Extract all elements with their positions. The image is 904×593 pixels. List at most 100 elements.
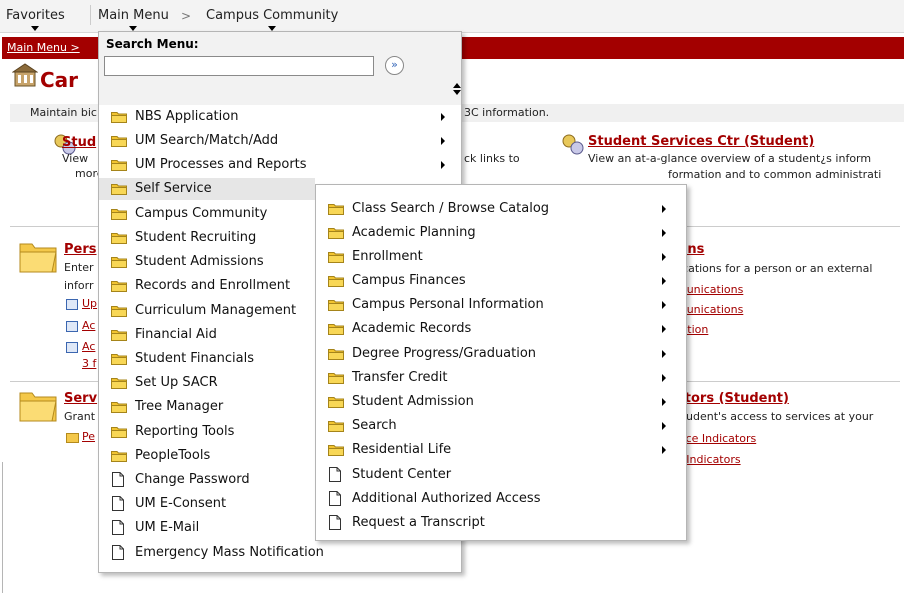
menu-item[interactable]: UM Processes and Reports — [99, 154, 461, 176]
self-service-submenu: Class Search / Browse Catalog Academic Pl… — [315, 184, 687, 541]
up-link[interactable]: Up — [82, 297, 97, 310]
menu-item-label: Degree Progress/Graduation — [352, 346, 537, 361]
go-arrow-icon: » — [391, 58, 398, 71]
menu-item-label: UM Search/Match/Add — [135, 133, 279, 148]
menu-item-label: Student Financials — [135, 351, 255, 366]
chevron-right-icon — [662, 253, 666, 261]
folder-icon — [111, 112, 127, 123]
menu-item[interactable]: Campus Finances — [316, 270, 686, 292]
chevron-right-icon — [662, 325, 666, 333]
nav-separator: > — [181, 9, 192, 23]
folder-icon — [111, 330, 127, 341]
menu-item[interactable]: Enrollment — [316, 246, 686, 268]
menu-item[interactable]: Campus Personal Information — [316, 294, 686, 316]
folder-icon — [111, 233, 127, 244]
list-icon — [66, 321, 78, 332]
service-indicators-link-1[interactable]: vice Indicators — [676, 432, 756, 445]
menu-item[interactable]: UM Search/Match/Add — [99, 130, 461, 152]
menu-item[interactable]: Residential Life — [316, 439, 686, 461]
folder-icon — [111, 184, 127, 195]
menu-item-label: NBS Application — [135, 109, 239, 124]
top-nav-bar: Favorites Main Menu > Campus Community — [0, 0, 904, 33]
folder-large-icon — [18, 238, 58, 274]
chevron-right-icon — [662, 229, 666, 237]
menu-item-label: Class Search / Browse Catalog — [352, 201, 550, 216]
chevron-right-icon — [662, 374, 666, 382]
folder-icon — [328, 252, 344, 263]
student-link[interactable]: Stud — [62, 135, 96, 150]
menu-item[interactable]: Request a Transcript — [316, 512, 686, 534]
menu-item-label: Emergency Mass Notification — [135, 545, 324, 560]
menu-item-label: Campus Community — [135, 206, 268, 221]
chevron-right-icon — [441, 137, 445, 145]
ssc-description-2: formation and to common administrati — [668, 168, 882, 181]
menu-item-label: Student Admissions — [135, 254, 264, 269]
menu-item[interactable]: Academic Records — [316, 318, 686, 340]
service-link[interactable]: Serv — [64, 391, 97, 406]
document-icon — [112, 545, 124, 560]
menu-item[interactable]: NBS Application — [99, 106, 461, 128]
menu-item[interactable]: Student Admission — [316, 391, 686, 413]
menu-item[interactable]: Degree Progress/Graduation — [316, 343, 686, 365]
menu-item[interactable]: Additional Authorized Access — [316, 488, 686, 510]
folder-icon — [111, 451, 127, 462]
folder-icon — [111, 402, 127, 413]
more-count-link[interactable]: 3 f — [82, 357, 96, 370]
menu-item-label: Search — [352, 418, 397, 433]
view-text: View — [62, 152, 89, 165]
menu-item-label: Campus Personal Information — [352, 297, 544, 312]
chevron-down-icon — [31, 26, 40, 31]
menu-item-label: Set Up SACR — [135, 375, 218, 390]
personal-link[interactable]: Pers — [64, 242, 97, 257]
chevron-right-icon — [662, 205, 666, 213]
menu-item-label: Request a Transcript — [352, 515, 485, 530]
student-services-ctr-link[interactable]: Student Services Ctr (Student) — [588, 134, 814, 149]
sort-arrows-icon[interactable] — [453, 82, 461, 96]
search-menu-input[interactable] — [104, 56, 374, 76]
menu-item[interactable]: Student Center — [316, 464, 686, 486]
ac-link-2[interactable]: Ac — [82, 340, 95, 353]
favorites-menu[interactable]: Favorites — [6, 8, 65, 31]
folder-icon — [328, 276, 344, 287]
menu-item[interactable]: Academic Planning — [316, 222, 686, 244]
folder-icon — [66, 433, 79, 443]
folder-icon — [111, 427, 127, 438]
menu-item-label: Student Recruiting — [135, 230, 257, 245]
menu-item-label: Records and Enrollment — [135, 278, 291, 293]
folder-icon — [111, 354, 127, 365]
menu-item-label: UM E-Mail — [135, 520, 200, 535]
menu-item-label: Additional Authorized Access — [352, 491, 541, 506]
chevron-right-icon — [441, 161, 445, 169]
menu-item[interactable]: Class Search / Browse Catalog — [316, 198, 686, 220]
folder-icon — [328, 349, 344, 360]
search-go-button[interactable]: » — [385, 56, 404, 75]
chevron-right-icon — [662, 277, 666, 285]
list-icon — [66, 299, 78, 310]
service-indicators-link[interactable]: ators (Student) — [676, 391, 789, 406]
folder-icon — [111, 378, 127, 389]
ac-link-1[interactable]: Ac — [82, 319, 95, 332]
campus-building-icon — [11, 62, 39, 88]
main-menu-nav[interactable]: Main Menu — [98, 8, 169, 31]
service-indicators-desc: student's access to services at your — [676, 410, 874, 423]
menu-item-label: UM E-Consent — [135, 496, 227, 511]
menu-item-label: Change Password — [135, 472, 250, 487]
menu-item-label: Academic Records — [352, 321, 472, 336]
chevron-right-icon — [662, 422, 666, 430]
communications-desc: nications for a person or an external — [672, 262, 873, 275]
folder-icon — [328, 445, 344, 456]
campus-community-nav[interactable]: Campus Community — [206, 8, 338, 31]
enter-text: Enter — [64, 261, 94, 274]
ssc-description-1: View an at-a-glance overview of a studen… — [588, 152, 872, 165]
menu-item[interactable]: Emergency Mass Notification — [99, 542, 461, 564]
document-icon — [112, 520, 124, 535]
breadcrumb-main-menu[interactable]: Main Menu > — [7, 41, 80, 54]
menu-item[interactable]: Search — [316, 415, 686, 437]
pe-link[interactable]: Pe — [82, 430, 95, 443]
chevron-right-icon — [441, 113, 445, 121]
menu-item[interactable]: Self Service — [99, 178, 315, 200]
menu-item[interactable]: Transfer Credit — [316, 367, 686, 389]
folder-icon — [328, 228, 344, 239]
document-icon — [329, 491, 341, 506]
menu-item-label: Transfer Credit — [352, 370, 448, 385]
